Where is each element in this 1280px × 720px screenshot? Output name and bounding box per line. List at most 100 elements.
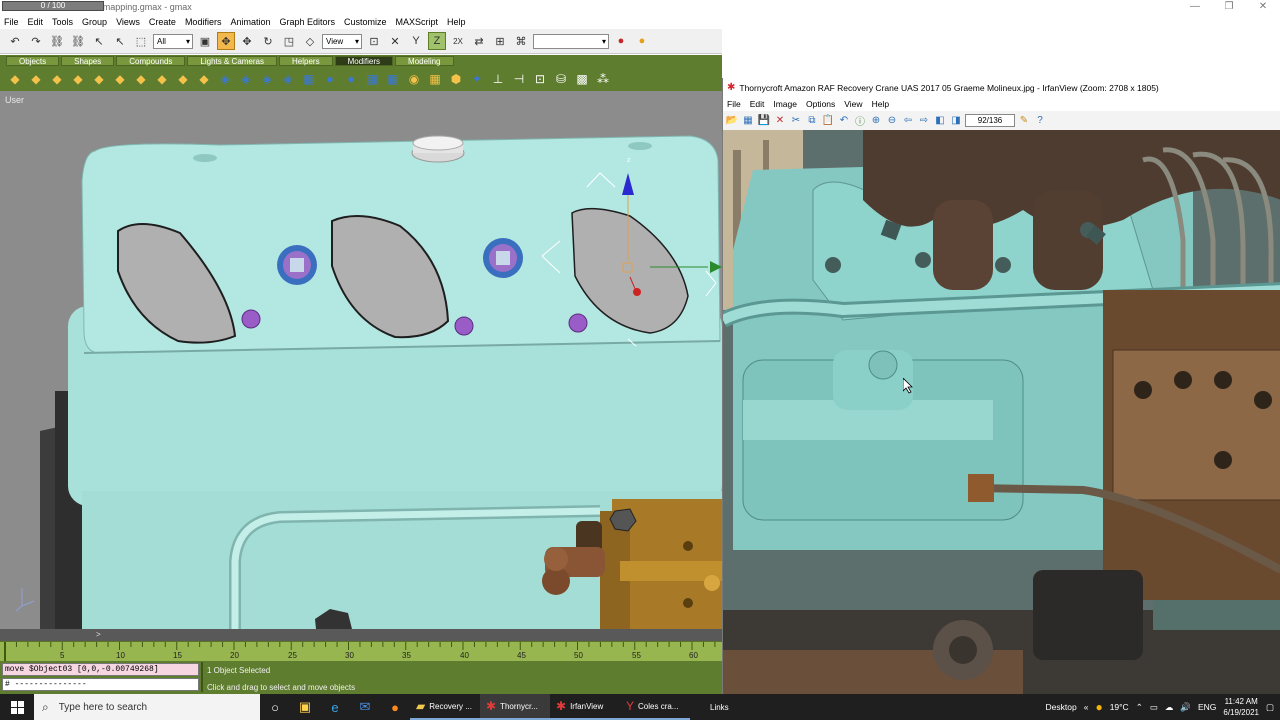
taskbar-app-irfanview[interactable]: ✱ IrfanView (550, 694, 620, 720)
align-icon[interactable]: ⊞ (491, 32, 509, 50)
xform-modifier-icon[interactable]: ▦ (363, 70, 381, 88)
move-alt-icon[interactable]: ✥ (238, 32, 256, 50)
restore-icon[interactable]: ❐ (1212, 0, 1246, 14)
scale-icon[interactable]: ◳ (280, 32, 298, 50)
paste-icon[interactable]: 📋 (821, 114, 835, 128)
tab-lights-cameras[interactable]: Lights & Cameras (187, 56, 277, 66)
irfan-menu-view[interactable]: View (844, 99, 862, 109)
slice-modifier-icon[interactable]: ◈ (237, 70, 255, 88)
spherify-modifier-icon[interactable]: ◈ (258, 70, 276, 88)
wave-modifier-icon[interactable]: ◆ (195, 70, 213, 88)
move-tool-icon[interactable]: ✥ (217, 32, 235, 50)
displace-modifier-icon[interactable]: ● (342, 70, 360, 88)
links-toolbar[interactable]: Links (704, 694, 735, 720)
cut-icon[interactable]: ✂ (789, 114, 803, 128)
speaker-icon[interactable]: 🔊 (1180, 702, 1191, 713)
taskbar-app-recovery[interactable]: ▰ Recovery ... (410, 694, 480, 720)
stretch-modifier-icon[interactable]: ◆ (90, 70, 108, 88)
weather-temp[interactable]: 19°C (1110, 702, 1129, 712)
extrude-icon[interactable]: ⊡ (531, 70, 549, 88)
selection-filter-dropdown[interactable]: All (153, 33, 193, 49)
squeeze-modifier-icon[interactable]: ◆ (111, 70, 129, 88)
material-modifier-icon[interactable]: ⬢ (447, 70, 465, 88)
taper-modifier-icon[interactable]: ◆ (27, 70, 45, 88)
mail-icon[interactable]: ✉ (350, 694, 380, 720)
menu-help[interactable]: Help (447, 17, 466, 27)
language-indicator[interactable]: ENG (1198, 702, 1216, 712)
irfan-menu-edit[interactable]: Edit (750, 99, 765, 109)
named-selection-dropdown[interactable] (533, 33, 609, 49)
squash-icon[interactable]: ◇ (301, 32, 319, 50)
push-modifier-icon[interactable]: ◆ (132, 70, 150, 88)
tab-compounds[interactable]: Compounds (116, 56, 186, 66)
undo-icon[interactable]: ↶ (6, 32, 24, 50)
notifications-icon[interactable]: ▢ (1266, 702, 1274, 713)
unwrap-uvw-icon[interactable]: ▦ (426, 70, 444, 88)
menu-tools[interactable]: Tools (52, 17, 73, 27)
link-icon[interactable]: ⛓ (48, 32, 66, 50)
store-icon[interactable]: ▣ (290, 694, 320, 720)
menu-graph-editors[interactable]: Graph Editors (279, 17, 335, 27)
select-by-name-icon[interactable]: ↖ (111, 32, 129, 50)
menu-modifiers[interactable]: Modifiers (185, 17, 222, 27)
tab-objects[interactable]: Objects (6, 56, 60, 66)
noise-modifier-icon[interactable]: ◆ (69, 70, 87, 88)
page-counter[interactable]: 92/136 (965, 114, 1015, 127)
irfan-menu-help[interactable]: Help (872, 99, 889, 109)
task-view-icon[interactable]: ○ (260, 694, 290, 720)
viewport-label[interactable]: User (5, 95, 24, 105)
delete-icon[interactable]: ✕ (773, 114, 787, 128)
desktop-toolbar[interactable]: Desktop (1046, 702, 1077, 712)
chevron-left-icon[interactable]: « (1084, 702, 1089, 712)
clock[interactable]: 11:42 AM 6/19/2021 (1223, 696, 1259, 718)
render-teapot-icon[interactable]: ● (612, 32, 630, 50)
quick-render-icon[interactable]: ● (633, 32, 651, 50)
firefox-icon[interactable]: ● (380, 694, 410, 720)
menu-create[interactable]: Create (149, 17, 176, 27)
ref-coord-dropdown[interactable]: View (322, 33, 362, 49)
edit-icon[interactable]: ✎ (1017, 114, 1031, 128)
show-hidden-icons-icon[interactable]: ⌃ (1136, 702, 1143, 713)
save-icon[interactable]: 💾 (757, 114, 771, 128)
relax-modifier-icon[interactable]: ◆ (153, 70, 171, 88)
start-button[interactable] (0, 694, 34, 720)
uvw-map-modifier-icon[interactable]: ◉ (405, 70, 423, 88)
tab-shapes[interactable]: Shapes (61, 56, 115, 66)
axis-xy-icon[interactable]: 2X (449, 32, 467, 50)
lathe-icon[interactable]: ⛁ (552, 70, 570, 88)
maxscript-listener-input[interactable]: move $Object03 [0,0,-0.00749268] (2, 663, 199, 676)
first-file-icon[interactable]: ◧ (933, 114, 947, 128)
axis-z-icon[interactable]: Z (428, 32, 446, 50)
zoom-out-icon[interactable]: ⊖ (885, 114, 899, 128)
checker-icon[interactable]: ▩ (573, 70, 591, 88)
tab-modifiers[interactable]: Modifiers (334, 56, 394, 66)
axis-x-icon[interactable]: ✕ (386, 32, 404, 50)
onedrive-icon[interactable]: ☁ (1165, 702, 1174, 713)
copy-icon[interactable]: ⧉ (805, 114, 819, 128)
irfan-menu-image[interactable]: Image (773, 99, 797, 109)
taskbar-search-box[interactable]: ⌕ Type here to search (34, 694, 260, 720)
mesh-select-icon[interactable]: ⁂ (594, 70, 612, 88)
menu-animation[interactable]: Animation (230, 17, 270, 27)
edit-mesh-icon[interactable]: ⊥ (489, 70, 507, 88)
unlink-icon[interactable]: ⛓ (69, 32, 87, 50)
zoom-in-icon[interactable]: ⊕ (869, 114, 883, 128)
slideshow-icon[interactable]: ▦ (741, 114, 755, 128)
rotate-icon[interactable]: ↻ (259, 32, 277, 50)
user-viewport[interactable]: User z (0, 91, 722, 629)
menu-maxscript[interactable]: MAXScript (396, 17, 439, 27)
next-icon[interactable]: ⇨ (917, 114, 931, 128)
taskbar-app-coles-crane[interactable]: Y Coles cra... (620, 694, 690, 720)
close-icon[interactable]: ✕ (1246, 0, 1280, 14)
help-icon[interactable]: ? (1033, 114, 1047, 128)
select-icon[interactable]: ↖ (90, 32, 108, 50)
last-file-icon[interactable]: ◨ (949, 114, 963, 128)
skew-modifier-icon[interactable]: ◈ (216, 70, 234, 88)
irfan-menu-options[interactable]: Options (806, 99, 835, 109)
tab-modeling[interactable]: Modeling (395, 56, 454, 66)
tab-helpers[interactable]: Helpers (279, 56, 333, 66)
redo-icon[interactable]: ↷ (27, 32, 45, 50)
pivot-icon[interactable]: ⊡ (365, 32, 383, 50)
menu-customize[interactable]: Customize (344, 17, 387, 27)
region-select-icon[interactable]: ⬚ (132, 32, 150, 50)
